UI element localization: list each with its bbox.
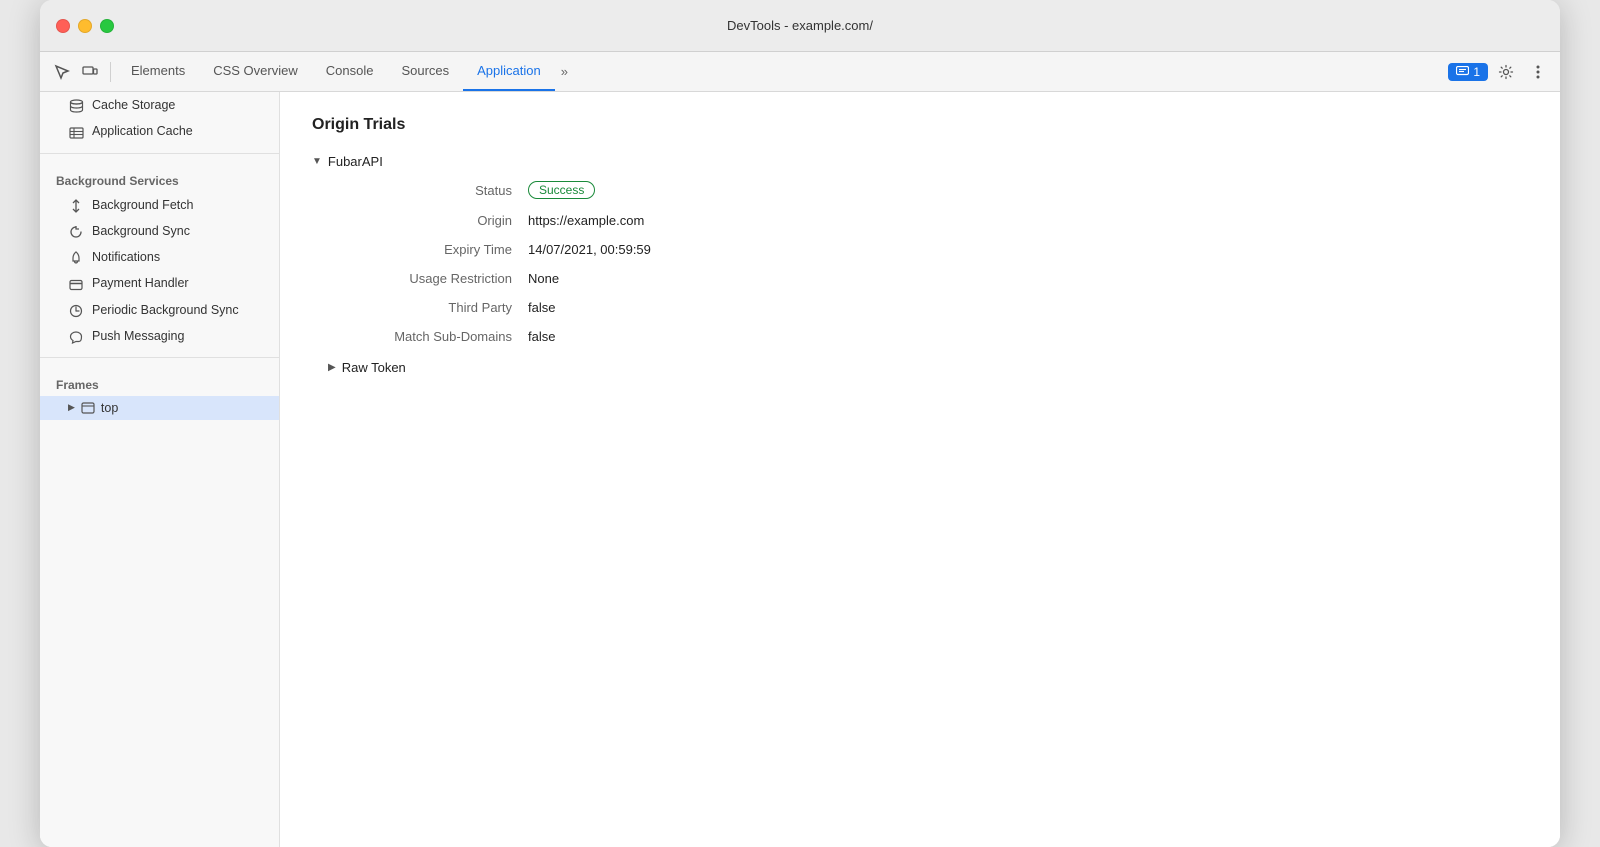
content-panel: Origin Trials ▼ FubarAPI Status Success … <box>280 92 1560 847</box>
sidebar-item-background-fetch[interactable]: Background Fetch <box>40 192 279 218</box>
status-label: Status <box>328 181 528 199</box>
third-party-value: false <box>528 300 1528 315</box>
settings-button[interactable] <box>1492 58 1520 86</box>
frame-expand-icon: ▶ <box>68 402 75 413</box>
sidebar-separator-1 <box>40 153 279 154</box>
raw-token-row[interactable]: ▶ Raw Token <box>312 360 1528 375</box>
raw-token-label: Raw Token <box>342 360 406 375</box>
periodic-bg-sync-icon <box>68 301 84 317</box>
device-toggle-button[interactable] <box>76 58 104 86</box>
third-party-label: Third Party <box>328 300 528 315</box>
badge-count: 1 <box>1473 65 1480 79</box>
message-badge[interactable]: 1 <box>1448 63 1488 81</box>
bg-sync-label: Background Sync <box>92 224 190 238</box>
main-content: Cache Storage Application Cache Backgrou… <box>40 92 1560 847</box>
application-cache-icon <box>68 123 84 139</box>
sidebar-item-background-sync[interactable]: Background Sync <box>40 218 279 244</box>
tab-console[interactable]: Console <box>312 52 388 91</box>
inspect-element-button[interactable] <box>48 58 76 86</box>
trial-name-row[interactable]: ▼ FubarAPI <box>312 154 1528 169</box>
status-value: Success <box>528 181 1528 199</box>
sidebar-item-payment-handler[interactable]: Payment Handler <box>40 270 279 296</box>
expiry-label: Expiry Time <box>328 242 528 257</box>
usage-value: None <box>528 271 1528 286</box>
expiry-value: 14/07/2021, 00:59:59 <box>528 242 1528 257</box>
more-tabs-button[interactable]: » <box>555 52 574 91</box>
push-messaging-icon <box>68 328 84 344</box>
sidebar-item-periodic-bg-sync[interactable]: Periodic Background Sync <box>40 296 279 322</box>
frames-header: Frames <box>40 366 279 396</box>
page-title: Origin Trials <box>312 116 1528 134</box>
trial-details: Status Success Origin https://example.co… <box>312 181 1528 344</box>
cache-storage-icon <box>68 97 84 113</box>
sidebar-item-application-cache[interactable]: Application Cache <box>40 118 279 144</box>
tab-application[interactable]: Application <box>463 52 555 91</box>
frame-window-icon <box>81 402 95 414</box>
toolbar-divider <box>110 62 111 82</box>
payment-handler-label: Payment Handler <box>92 276 189 290</box>
usage-label: Usage Restriction <box>328 271 528 286</box>
more-options-button[interactable] <box>1524 58 1552 86</box>
sidebar-item-top-frame[interactable]: ▶ top <box>40 396 279 420</box>
push-messaging-label: Push Messaging <box>92 329 184 343</box>
sidebar-item-push-messaging[interactable]: Push Messaging <box>40 323 279 349</box>
top-frame-label: top <box>101 401 118 415</box>
window-title: DevTools - example.com/ <box>727 18 873 33</box>
maximize-button[interactable] <box>100 19 114 33</box>
origin-value: https://example.com <box>528 213 1528 228</box>
tab-css-overview[interactable]: CSS Overview <box>199 52 312 91</box>
trial-group: ▼ FubarAPI Status Success Origin https:/… <box>312 154 1528 375</box>
notifications-icon <box>68 249 84 265</box>
tab-elements[interactable]: Elements <box>117 52 199 91</box>
toolbar: Elements CSS Overview Console Sources Ap… <box>40 52 1560 92</box>
sidebar-item-cache-storage[interactable]: Cache Storage <box>40 92 279 118</box>
sidebar-separator-2 <box>40 357 279 358</box>
minimize-button[interactable] <box>78 19 92 33</box>
sidebar: Cache Storage Application Cache Backgrou… <box>40 92 280 847</box>
background-sync-icon <box>68 223 84 239</box>
cache-storage-label: Cache Storage <box>92 98 175 112</box>
origin-label: Origin <box>328 213 528 228</box>
tab-sources[interactable]: Sources <box>387 52 463 91</box>
bg-services-header: Background Services <box>40 162 279 192</box>
sidebar-item-notifications[interactable]: Notifications <box>40 244 279 270</box>
close-button[interactable] <box>56 19 70 33</box>
devtools-window: DevTools - example.com/ Elements CSS Ove… <box>40 0 1560 847</box>
trial-expand-icon: ▼ <box>312 156 322 167</box>
raw-token-expand-icon: ▶ <box>328 362 336 373</box>
application-cache-label: Application Cache <box>92 124 193 138</box>
toolbar-right: 1 <box>1448 58 1552 86</box>
match-sub-label: Match Sub-Domains <box>328 329 528 344</box>
payment-handler-icon <box>68 275 84 291</box>
bg-fetch-label: Background Fetch <box>92 198 193 212</box>
traffic-lights <box>56 19 114 33</box>
periodic-bg-sync-label: Periodic Background Sync <box>92 303 239 317</box>
status-badge: Success <box>528 181 595 199</box>
toolbar-tabs: Elements CSS Overview Console Sources Ap… <box>117 52 1448 91</box>
trial-name: FubarAPI <box>328 154 383 169</box>
notifications-label: Notifications <box>92 250 160 264</box>
titlebar: DevTools - example.com/ <box>40 0 1560 52</box>
background-fetch-icon <box>68 197 84 213</box>
match-sub-value: false <box>528 329 1528 344</box>
